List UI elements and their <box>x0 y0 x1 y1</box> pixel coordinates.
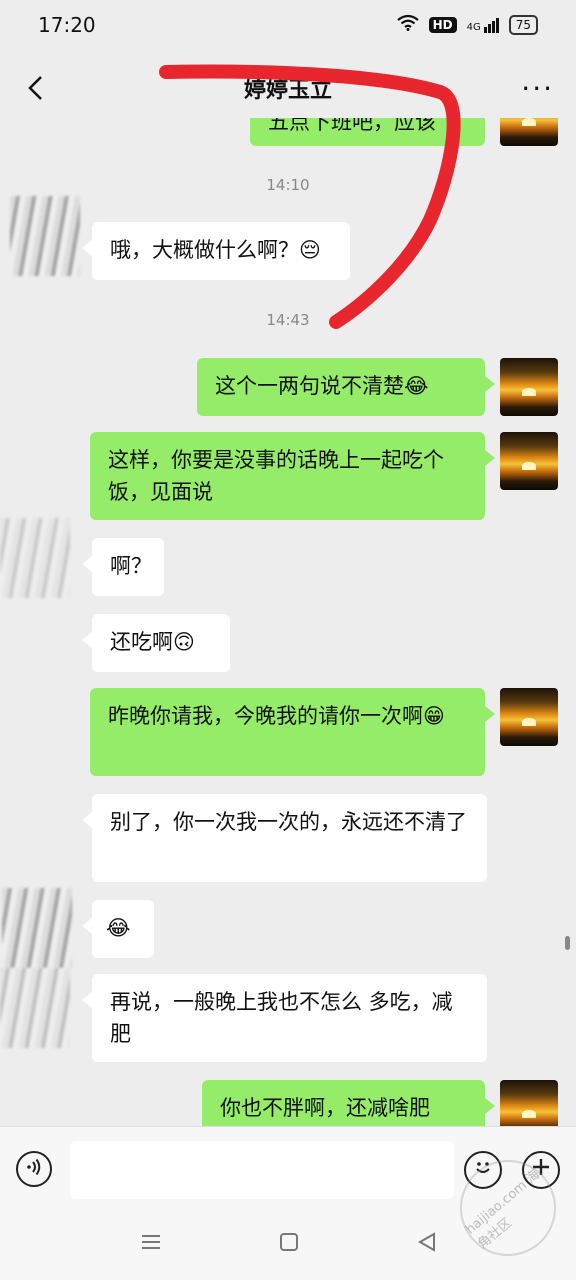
my-avatar[interactable] <box>500 432 558 490</box>
chat-area[interactable]: 五点下班吧，应该 14:10 哦，大概做什么啊？😔 14:43 这个一两句说不清… <box>0 118 576 1126</box>
message-text: 😂 <box>106 916 131 940</box>
message-bubble-outgoing[interactable]: 这样，你要是没事的话晚上一起吃个饭，见面说 <box>90 432 495 520</box>
message-bubble-incoming[interactable]: 哦，大概做什么啊？😔 <box>82 222 350 280</box>
message-bubble-incoming[interactable]: 再说，一般晚上我也不怎么 多吃，减肥 <box>82 974 487 1062</box>
more-button[interactable]: ··· <box>521 72 554 105</box>
status-icons: HD 4G 75 <box>396 14 538 35</box>
timestamp: 14:10 <box>266 176 310 194</box>
message-bubble-outgoing[interactable]: 昨晚你请我，今晚我的请你一次啊😁 <box>90 688 495 776</box>
message-bubble-incoming[interactable]: 啊？ <box>82 538 164 596</box>
status-bar: 17:20 HD 4G 75 <box>0 0 576 50</box>
back-nav-button[interactable] <box>412 1230 442 1260</box>
chevron-left-icon <box>28 76 42 100</box>
message-text: 别了，你一次我一次的，永远还不清了 <box>110 810 467 834</box>
message-text: 你也不胖啊，还减啥肥 <box>220 1096 430 1120</box>
my-avatar[interactable] <box>500 1080 558 1126</box>
network-label: 4G <box>466 21 481 33</box>
message-text: 这样，你要是没事的话晚上一起吃个饭，见面说 <box>108 448 444 504</box>
chat-header: 婷婷玉立 ··· <box>0 58 576 118</box>
back-button[interactable] <box>22 73 52 103</box>
message-text: 昨晚你请我，今晚我的请你一次啊😁 <box>108 704 445 728</box>
message-bubble-outgoing[interactable]: 五点下班吧，应该 <box>250 118 485 146</box>
contact-avatar[interactable] <box>0 518 70 598</box>
contact-avatar[interactable] <box>10 196 80 276</box>
watermark-text: haijiao.com 海角社区 <box>463 1167 544 1253</box>
timestamp: 14:43 <box>266 311 310 329</box>
back-triangle-icon <box>417 1232 435 1252</box>
menu-nav-button[interactable] <box>136 1230 166 1260</box>
hd-badge: HD <box>428 17 457 33</box>
message-bubble-incoming[interactable]: 别了，你一次我一次的，永远还不清了 <box>82 794 487 882</box>
status-time: 17:20 <box>38 13 96 37</box>
voice-button[interactable] <box>16 1151 52 1187</box>
message-input[interactable] <box>70 1141 454 1199</box>
voice-icon <box>25 1158 43 1180</box>
message-text: 这个一两句说不清楚😂 <box>215 374 429 398</box>
message-bubble-outgoing[interactable]: 这个一两句说不清楚😂 <box>197 358 495 416</box>
battery-indicator: 75 <box>508 15 538 35</box>
my-avatar[interactable] <box>500 358 558 416</box>
message-text: 再说，一般晚上我也不怎么 多吃，减肥 <box>110 990 453 1046</box>
chat-title: 婷婷玉立 <box>243 78 332 103</box>
home-nav-button[interactable] <box>274 1230 304 1260</box>
message-text: 啊？ <box>110 554 152 578</box>
message-text: 哦，大概做什么啊？😔 <box>110 238 321 262</box>
signal-icon: 4G <box>466 17 499 33</box>
more-dots-icon: ··· <box>521 71 554 105</box>
my-avatar[interactable] <box>500 688 558 746</box>
menu-icon <box>142 1235 160 1249</box>
message-text: 五点下班吧，应该 <box>268 118 436 134</box>
home-icon <box>280 1233 298 1251</box>
message-bubble-incoming[interactable]: 还吃啊🙃 <box>82 614 230 672</box>
contact-avatar[interactable] <box>0 968 70 1048</box>
scrollbar-thumb[interactable] <box>565 936 570 950</box>
message-bubble-incoming[interactable]: 😂 <box>82 900 154 958</box>
contact-avatar[interactable] <box>2 888 72 968</box>
message-text: 还吃啊🙃 <box>110 630 195 654</box>
my-avatar[interactable] <box>500 118 558 146</box>
wifi-icon <box>396 14 419 35</box>
message-bubble-outgoing[interactable]: 你也不胖啊，还减啥肥 <box>202 1080 495 1126</box>
